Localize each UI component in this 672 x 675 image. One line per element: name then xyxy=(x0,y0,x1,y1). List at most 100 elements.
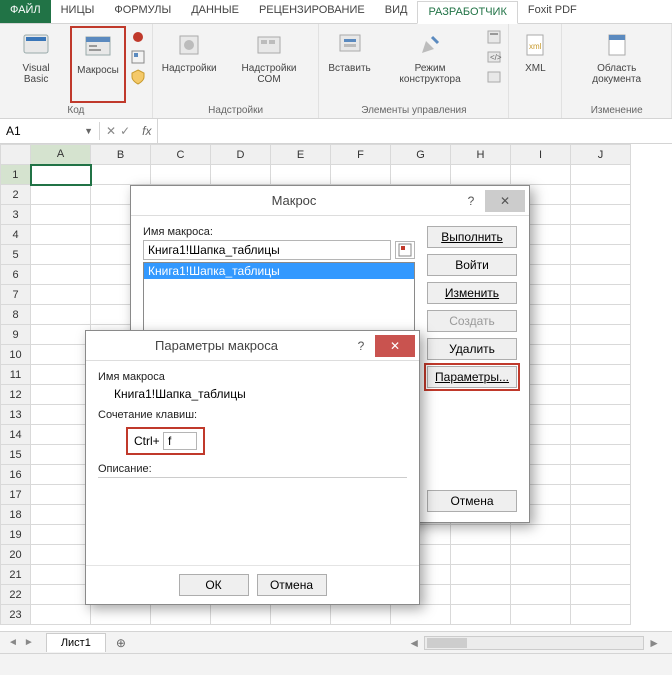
add-sheet-button[interactable]: ⊕ xyxy=(106,636,136,650)
cell[interactable] xyxy=(451,165,511,185)
cell[interactable] xyxy=(571,425,631,445)
chevron-down-icon[interactable]: ▼ xyxy=(84,126,93,136)
cell[interactable] xyxy=(571,545,631,565)
tab-file[interactable]: ФАЙЛ xyxy=(0,0,51,23)
run-dialog-button[interactable] xyxy=(484,68,504,86)
cell[interactable] xyxy=(571,485,631,505)
tab-2[interactable]: ДАННЫЕ xyxy=(181,0,249,23)
row-header[interactable]: 19 xyxy=(1,525,31,545)
cell[interactable] xyxy=(91,605,151,625)
cell[interactable] xyxy=(511,165,571,185)
cell[interactable] xyxy=(31,505,91,525)
cell[interactable] xyxy=(571,285,631,305)
cell[interactable] xyxy=(571,345,631,365)
cell[interactable] xyxy=(511,585,571,605)
select-all-corner[interactable] xyxy=(1,145,31,165)
cell[interactable] xyxy=(571,385,631,405)
addins-button[interactable]: Надстройки xyxy=(157,26,222,103)
cell[interactable] xyxy=(31,445,91,465)
row-header[interactable]: 9 xyxy=(1,325,31,345)
row-header[interactable]: 10 xyxy=(1,345,31,365)
cancel-button[interactable]: Отмена xyxy=(427,490,517,512)
cell[interactable] xyxy=(31,205,91,225)
cell[interactable] xyxy=(31,225,91,245)
edit-button[interactable]: Изменить xyxy=(427,282,517,304)
macro-security-button[interactable] xyxy=(128,68,148,86)
row-header[interactable]: 4 xyxy=(1,225,31,245)
cell[interactable] xyxy=(31,385,91,405)
cell[interactable] xyxy=(271,605,331,625)
cell[interactable] xyxy=(31,565,91,585)
reference-picker-icon[interactable] xyxy=(395,241,415,259)
properties-button[interactable] xyxy=(484,28,504,46)
cancel-options-button[interactable]: Отмена xyxy=(257,574,327,596)
close-icon[interactable]: ✕ xyxy=(485,190,525,212)
cell[interactable] xyxy=(391,605,451,625)
cell[interactable] xyxy=(571,565,631,585)
view-code-button[interactable]: </> xyxy=(484,48,504,66)
cell[interactable] xyxy=(31,425,91,445)
row-header[interactable]: 21 xyxy=(1,565,31,585)
cell[interactable] xyxy=(211,605,271,625)
cell[interactable] xyxy=(31,365,91,385)
macro-name-input[interactable] xyxy=(143,240,391,260)
cell[interactable] xyxy=(31,265,91,285)
help-icon[interactable]: ? xyxy=(347,339,375,353)
com-addins-button[interactable]: Надстройки COM xyxy=(224,26,315,103)
name-box[interactable]: A1 ▼ xyxy=(0,122,100,140)
record-macro-button[interactable] xyxy=(128,28,148,46)
col-header[interactable]: A xyxy=(31,145,91,165)
col-header[interactable]: B xyxy=(91,145,151,165)
sheet-tab[interactable]: Лист1 xyxy=(46,633,106,652)
description-input[interactable] xyxy=(98,477,407,555)
cell[interactable] xyxy=(331,165,391,185)
row-header[interactable]: 1 xyxy=(1,165,31,185)
cell[interactable] xyxy=(571,325,631,345)
visual-basic-button[interactable]: Visual Basic xyxy=(4,26,68,103)
ok-button[interactable]: ОК xyxy=(179,574,249,596)
row-header[interactable]: 2 xyxy=(1,185,31,205)
cell[interactable] xyxy=(151,605,211,625)
tab-3[interactable]: РЕЦЕНЗИРОВАНИЕ xyxy=(249,0,375,23)
list-item[interactable]: Книга1!Шапка_таблицы xyxy=(144,263,414,279)
formula-input[interactable] xyxy=(157,119,672,143)
cell[interactable] xyxy=(571,505,631,525)
tab-6[interactable]: Foxit PDF xyxy=(518,0,587,23)
cell[interactable] xyxy=(511,605,571,625)
cell[interactable] xyxy=(391,165,451,185)
cell[interactable] xyxy=(571,465,631,485)
cell[interactable] xyxy=(571,265,631,285)
sheet-nav-prev-icon[interactable]: ◄ xyxy=(8,637,18,648)
help-icon[interactable]: ? xyxy=(457,194,485,208)
cell[interactable] xyxy=(31,465,91,485)
col-header[interactable]: F xyxy=(331,145,391,165)
cell[interactable] xyxy=(451,525,511,545)
row-header[interactable]: 15 xyxy=(1,445,31,465)
cell[interactable] xyxy=(451,565,511,585)
row-header[interactable]: 6 xyxy=(1,265,31,285)
xml-button[interactable]: xml XML xyxy=(513,26,557,114)
step-button[interactable]: Войти xyxy=(427,254,517,276)
cell[interactable] xyxy=(31,545,91,565)
row-header[interactable]: 17 xyxy=(1,485,31,505)
cell[interactable] xyxy=(31,605,91,625)
design-mode-button[interactable]: Режим конструктора xyxy=(378,26,483,103)
cell[interactable] xyxy=(31,325,91,345)
accept-formula-icon[interactable]: ✓ xyxy=(120,124,130,138)
cell[interactable] xyxy=(31,585,91,605)
col-header[interactable]: I xyxy=(511,145,571,165)
cell[interactable] xyxy=(571,365,631,385)
cell[interactable] xyxy=(571,525,631,545)
cell[interactable] xyxy=(31,185,91,205)
insert-button[interactable]: Вставить xyxy=(323,26,375,103)
cell[interactable] xyxy=(451,585,511,605)
cell[interactable] xyxy=(151,165,211,185)
cell[interactable] xyxy=(271,165,331,185)
tab-0[interactable]: НИЦЫ xyxy=(51,0,105,23)
col-header[interactable]: E xyxy=(271,145,331,165)
row-header[interactable]: 23 xyxy=(1,605,31,625)
row-header[interactable]: 3 xyxy=(1,205,31,225)
shortcut-key-input[interactable]: f xyxy=(163,432,197,450)
delete-button[interactable]: Удалить xyxy=(427,338,517,360)
cell[interactable] xyxy=(451,545,511,565)
